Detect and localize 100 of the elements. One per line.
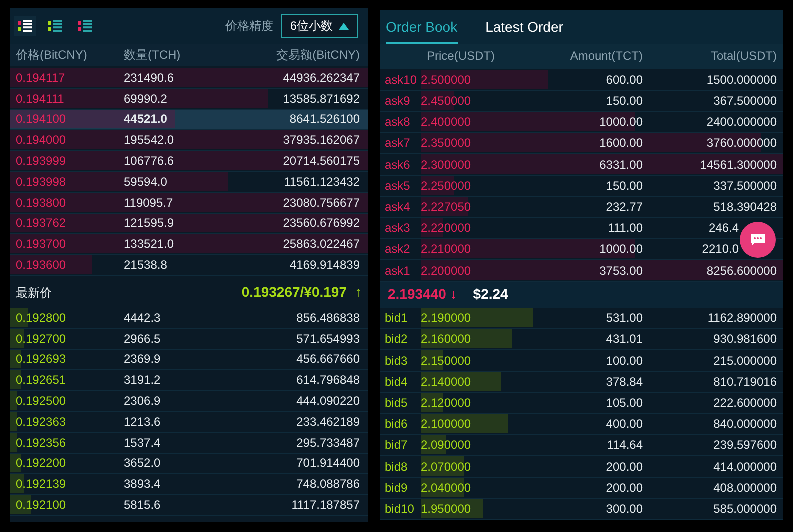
amount-text: 400.00 — [605, 416, 643, 434]
amount-text: 2966.5 — [124, 330, 162, 348]
level-label: bid10 — [384, 500, 416, 518]
order-row[interactable]: 2.450000 150.00 367.500000 — [421, 90, 783, 112]
order-row[interactable]: 0.192800 4442.3 856.486838 — [10, 308, 368, 329]
order-row[interactable]: 2.040000 200.00 408.000000 — [421, 478, 783, 498]
level-label: bid2 — [384, 331, 409, 348]
level-label: ask8 — [384, 114, 412, 132]
total-text: 408.000000 — [712, 480, 777, 497]
total-text: 571.654993 — [296, 330, 360, 348]
order-row[interactable]: 2.090000 114.64 239.597600 — [421, 435, 783, 456]
level-label: ask5 — [384, 178, 412, 195]
order-row[interactable]: 0.193762 121595.9 23560.676992 — [10, 214, 368, 234]
order-row[interactable]: 2.070000 200.00 414.000000 — [421, 456, 783, 477]
price-text: 0.192363 — [16, 414, 68, 431]
order-row[interactable]: 2.227050 232.77 518.390428 — [421, 196, 783, 218]
amount-text: 119095.7 — [124, 194, 174, 212]
order-row[interactable]: 2.400000 1000.00 2400.000000 — [421, 112, 783, 132]
order-row[interactable]: 0.193600 21538.8 4169.914839 — [10, 255, 368, 276]
level-label: bid6 — [384, 416, 409, 434]
order-row[interactable]: 0.192500 2306.9 444.090220 — [10, 391, 368, 412]
order-row[interactable]: 2.300000 6331.00 14561.300000 — [421, 154, 783, 175]
price-text: 0.192100 — [16, 497, 68, 514]
order-row[interactable]: 2.220000 111.00 246.4 — [421, 218, 783, 238]
price-text: 2.350000 — [421, 135, 472, 152]
amount-text: 133521.0 — [124, 236, 176, 254]
total-text: 1162.890000 — [706, 310, 777, 328]
order-row[interactable]: 0.192363 1213.6 233.462189 — [10, 412, 368, 433]
total-text: 215.000000 — [712, 352, 777, 370]
total-text: 414.000000 — [712, 458, 777, 476]
order-row[interactable]: 0.194100 44521.0 8641.526100 — [10, 110, 368, 130]
order-row[interactable]: 0.192651 3191.2 614.796848 — [10, 370, 368, 392]
order-row[interactable]: 0.194000 195542.0 37935.162067 — [10, 130, 368, 152]
amount-text: 2306.9 — [124, 393, 162, 410]
order-row[interactable]: 2.500000 600.00 1500.000000 — [421, 70, 783, 90]
order-row[interactable]: 2.210000 1000.00 2210.0 — [421, 239, 783, 260]
amount-text: 100.00 — [605, 352, 643, 370]
chat-button[interactable] — [740, 222, 776, 258]
level-label: bid8 — [384, 458, 409, 476]
price-text: 1.950000 — [421, 500, 472, 518]
list-icon — [48, 20, 62, 32]
level-label: bid4 — [384, 374, 409, 391]
precision-dropdown[interactable]: 6位小数 — [281, 14, 358, 38]
total-text: 456.667660 — [296, 351, 360, 368]
order-row[interactable]: 0.193700 133521.0 25863.022467 — [10, 234, 368, 256]
tab[interactable]: Latest Order — [486, 12, 564, 44]
order-row[interactable]: 2.150000 100.00 215.000000 — [421, 350, 783, 371]
amount-text: 231490.6 — [124, 70, 176, 87]
order-row[interactable]: 0.194111 69990.2 13585.871692 — [10, 88, 368, 110]
order-row[interactable]: 0.193800 119095.7 23080.756677 — [10, 192, 368, 214]
total-text: 20714.560175 — [283, 153, 360, 170]
price-text: 2.160000 — [421, 331, 472, 348]
list-icon — [78, 20, 92, 32]
price-text: 0.193800 — [16, 194, 68, 212]
level-label: bid7 — [384, 437, 409, 454]
order-row[interactable]: 2.100000 400.00 840.000000 — [421, 414, 783, 434]
level-label: bid9 — [384, 480, 409, 497]
price-text: 0.194111 — [16, 90, 66, 108]
last-price: 0.193267/¥0.197 — [242, 283, 347, 302]
amount-text: 21538.8 — [124, 257, 168, 274]
order-row[interactable]: 0.192200 3652.0 701.914400 — [10, 454, 368, 474]
order-row[interactable]: 2.200000 3753.00 8256.600000 — [421, 260, 783, 281]
caret-icon — [339, 22, 349, 30]
list-icon — [18, 20, 32, 32]
price-text: 0.192700 — [16, 330, 68, 348]
total-text: 2210.0 — [701, 241, 740, 258]
order-row[interactable]: 1.950000 300.00 585.000000 — [421, 498, 783, 519]
price-text: 0.192356 — [16, 434, 68, 452]
order-row[interactable]: 2.160000 431.01 930.981600 — [421, 329, 783, 350]
list-view-button[interactable] — [14, 16, 36, 36]
order-row[interactable]: 2.250000 150.00 337.500000 — [421, 176, 783, 196]
order-row[interactable]: 0.192700 2966.5 571.654993 — [10, 328, 368, 350]
total-text: 3760.000000 — [706, 135, 777, 152]
order-row[interactable]: 2.190000 531.00 1162.890000 — [421, 308, 783, 328]
total-text: 8256.600000 — [706, 262, 777, 280]
chat-icon — [751, 234, 765, 246]
order-row[interactable]: 0.193999 106776.6 20714.560175 — [10, 151, 368, 172]
order-row[interactable]: 0.192693 2369.9 456.667660 — [10, 350, 368, 370]
order-row[interactable]: 0.192139 3893.4 748.088786 — [10, 474, 368, 496]
total-text: 295.733487 — [296, 434, 360, 452]
total-text: 23560.676992 — [283, 215, 360, 232]
column-header: 价格(BitCNY) — [16, 47, 88, 64]
price-text: 2.100000 — [421, 416, 472, 434]
total-text: 367.500000 — [712, 93, 777, 110]
column-header: 数量(TCH) — [124, 47, 182, 64]
total-text: 585.000000 — [712, 500, 777, 518]
amount-text: 44521.0 — [124, 111, 168, 128]
total-text: 2400.000000 — [706, 114, 777, 132]
amount-text: 378.84 — [605, 374, 643, 391]
total-text: 614.796848 — [296, 372, 360, 390]
order-row[interactable]: 2.140000 378.84 810.719016 — [421, 372, 783, 392]
order-row[interactable]: 0.192356 1537.4 295.733487 — [10, 432, 368, 454]
order-row[interactable]: 0.194117 231490.6 44936.262347 — [10, 68, 368, 89]
order-row[interactable]: 0.192100 5815.6 1117.187857 — [10, 495, 368, 516]
price-text: 0.192800 — [16, 310, 68, 327]
price-text: 0.193998 — [16, 174, 68, 191]
order-row[interactable]: 2.350000 1600.00 3760.000000 — [421, 133, 783, 154]
order-row[interactable]: 2.120000 105.00 222.600000 — [421, 392, 783, 414]
order-row[interactable]: 0.193998 59594.0 11561.123432 — [10, 172, 368, 193]
price-text: 2.140000 — [421, 374, 472, 391]
